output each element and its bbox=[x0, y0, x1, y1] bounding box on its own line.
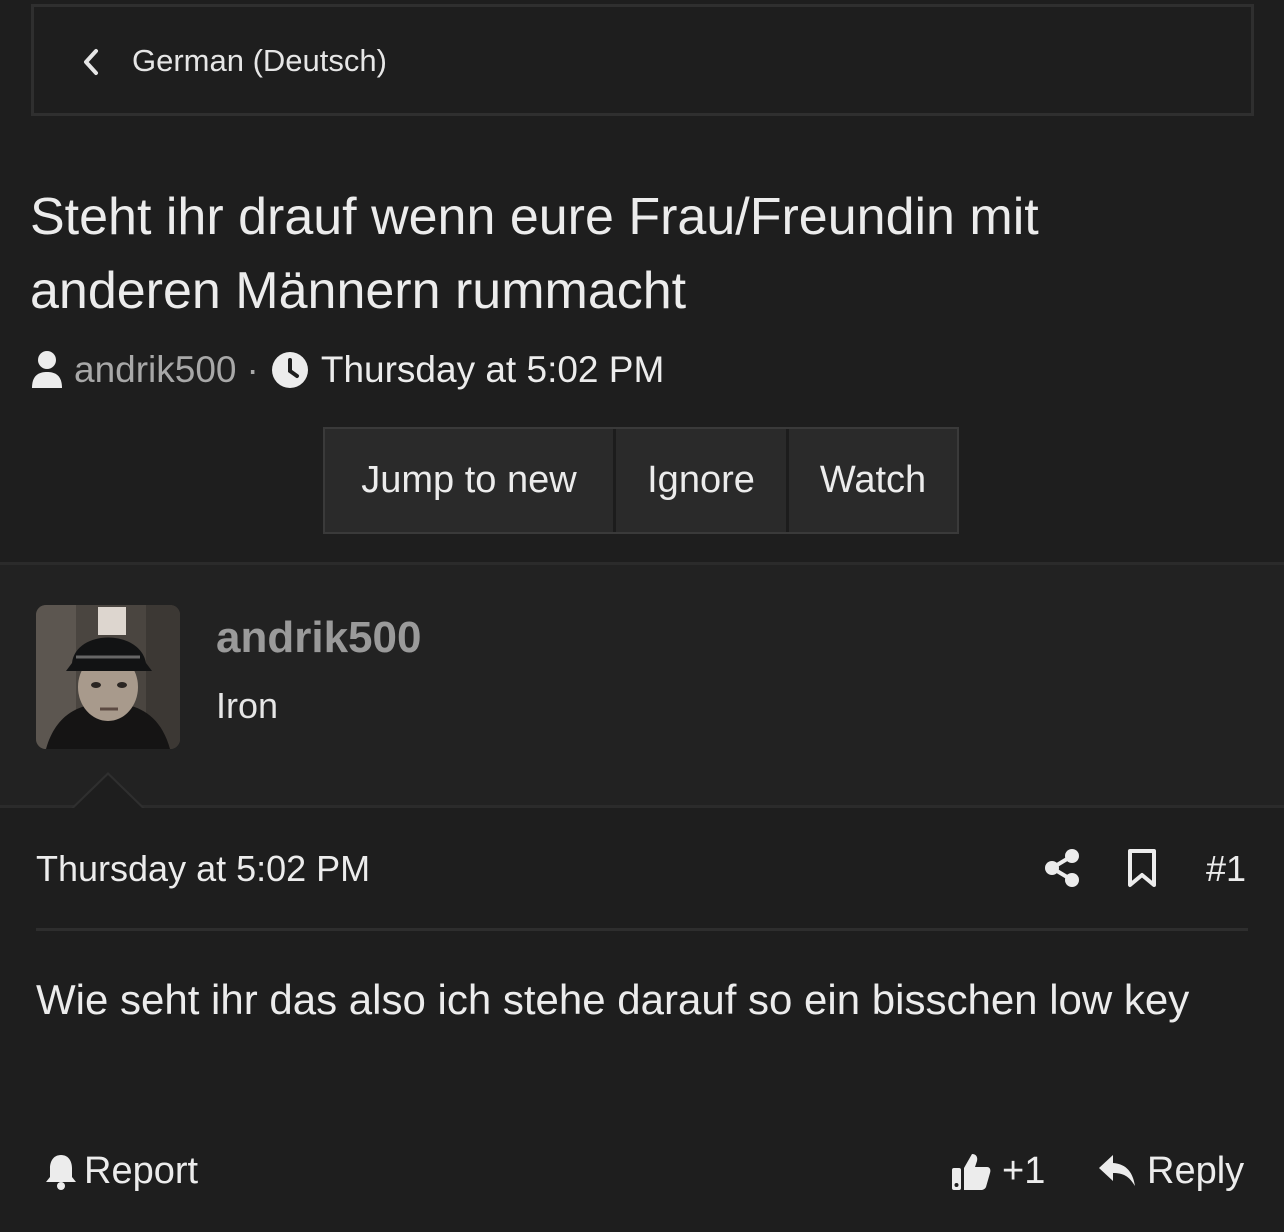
thumbs-up-icon bbox=[952, 1154, 991, 1190]
bookmark-icon[interactable] bbox=[1126, 848, 1158, 888]
avatar[interactable] bbox=[36, 605, 180, 749]
reply-button[interactable]: Reply bbox=[1097, 1145, 1244, 1197]
breadcrumb-link[interactable]: German (Deutsch) bbox=[132, 43, 387, 79]
thread-title: Steht ihr drauf wenn eure Frau/Freundin … bbox=[30, 188, 1039, 320]
watch-button[interactable]: Watch bbox=[786, 429, 957, 532]
reply-icon bbox=[1099, 1155, 1135, 1186]
divider bbox=[36, 928, 1248, 931]
meta-separator: · bbox=[246, 349, 259, 390]
post-username-link[interactable]: andrik500 bbox=[216, 613, 421, 663]
avatar-image bbox=[36, 605, 180, 749]
clock-icon bbox=[271, 352, 308, 388]
reaction-count: +1 bbox=[1002, 1149, 1046, 1192]
jump-to-new-button[interactable]: Jump to new bbox=[325, 429, 613, 532]
message-arrow bbox=[73, 775, 143, 809]
post-body: Wie seht ihr das also ich stehe darauf s… bbox=[36, 976, 1190, 1023]
reply-label: Reply bbox=[1147, 1149, 1245, 1192]
bell-icon bbox=[46, 1155, 76, 1190]
breadcrumb[interactable]: German (Deutsch) bbox=[31, 4, 1254, 116]
post-user-header: andrik500 Iron bbox=[0, 562, 1284, 809]
thread-meta: andrik500 · Thursday at 5:02 PM bbox=[30, 345, 664, 395]
like-button[interactable]: +1 bbox=[950, 1145, 1045, 1197]
post-number-link[interactable]: #1 bbox=[1206, 848, 1246, 890]
report-button[interactable]: Report bbox=[44, 1145, 198, 1197]
share-icon[interactable] bbox=[1043, 848, 1081, 888]
report-label: Report bbox=[84, 1149, 199, 1192]
user-title: Iron bbox=[216, 685, 279, 726]
user-icon bbox=[32, 351, 62, 388]
post-date-link[interactable]: Thursday at 5:02 PM bbox=[36, 848, 370, 890]
chevron-left-icon bbox=[84, 49, 98, 75]
thread-author-link[interactable]: andrik500 bbox=[74, 349, 237, 391]
ignore-button[interactable]: Ignore bbox=[613, 429, 786, 532]
thread-date[interactable]: Thursday at 5:02 PM bbox=[321, 349, 664, 391]
thread-action-buttons: Jump to new Ignore Watch bbox=[323, 427, 959, 534]
